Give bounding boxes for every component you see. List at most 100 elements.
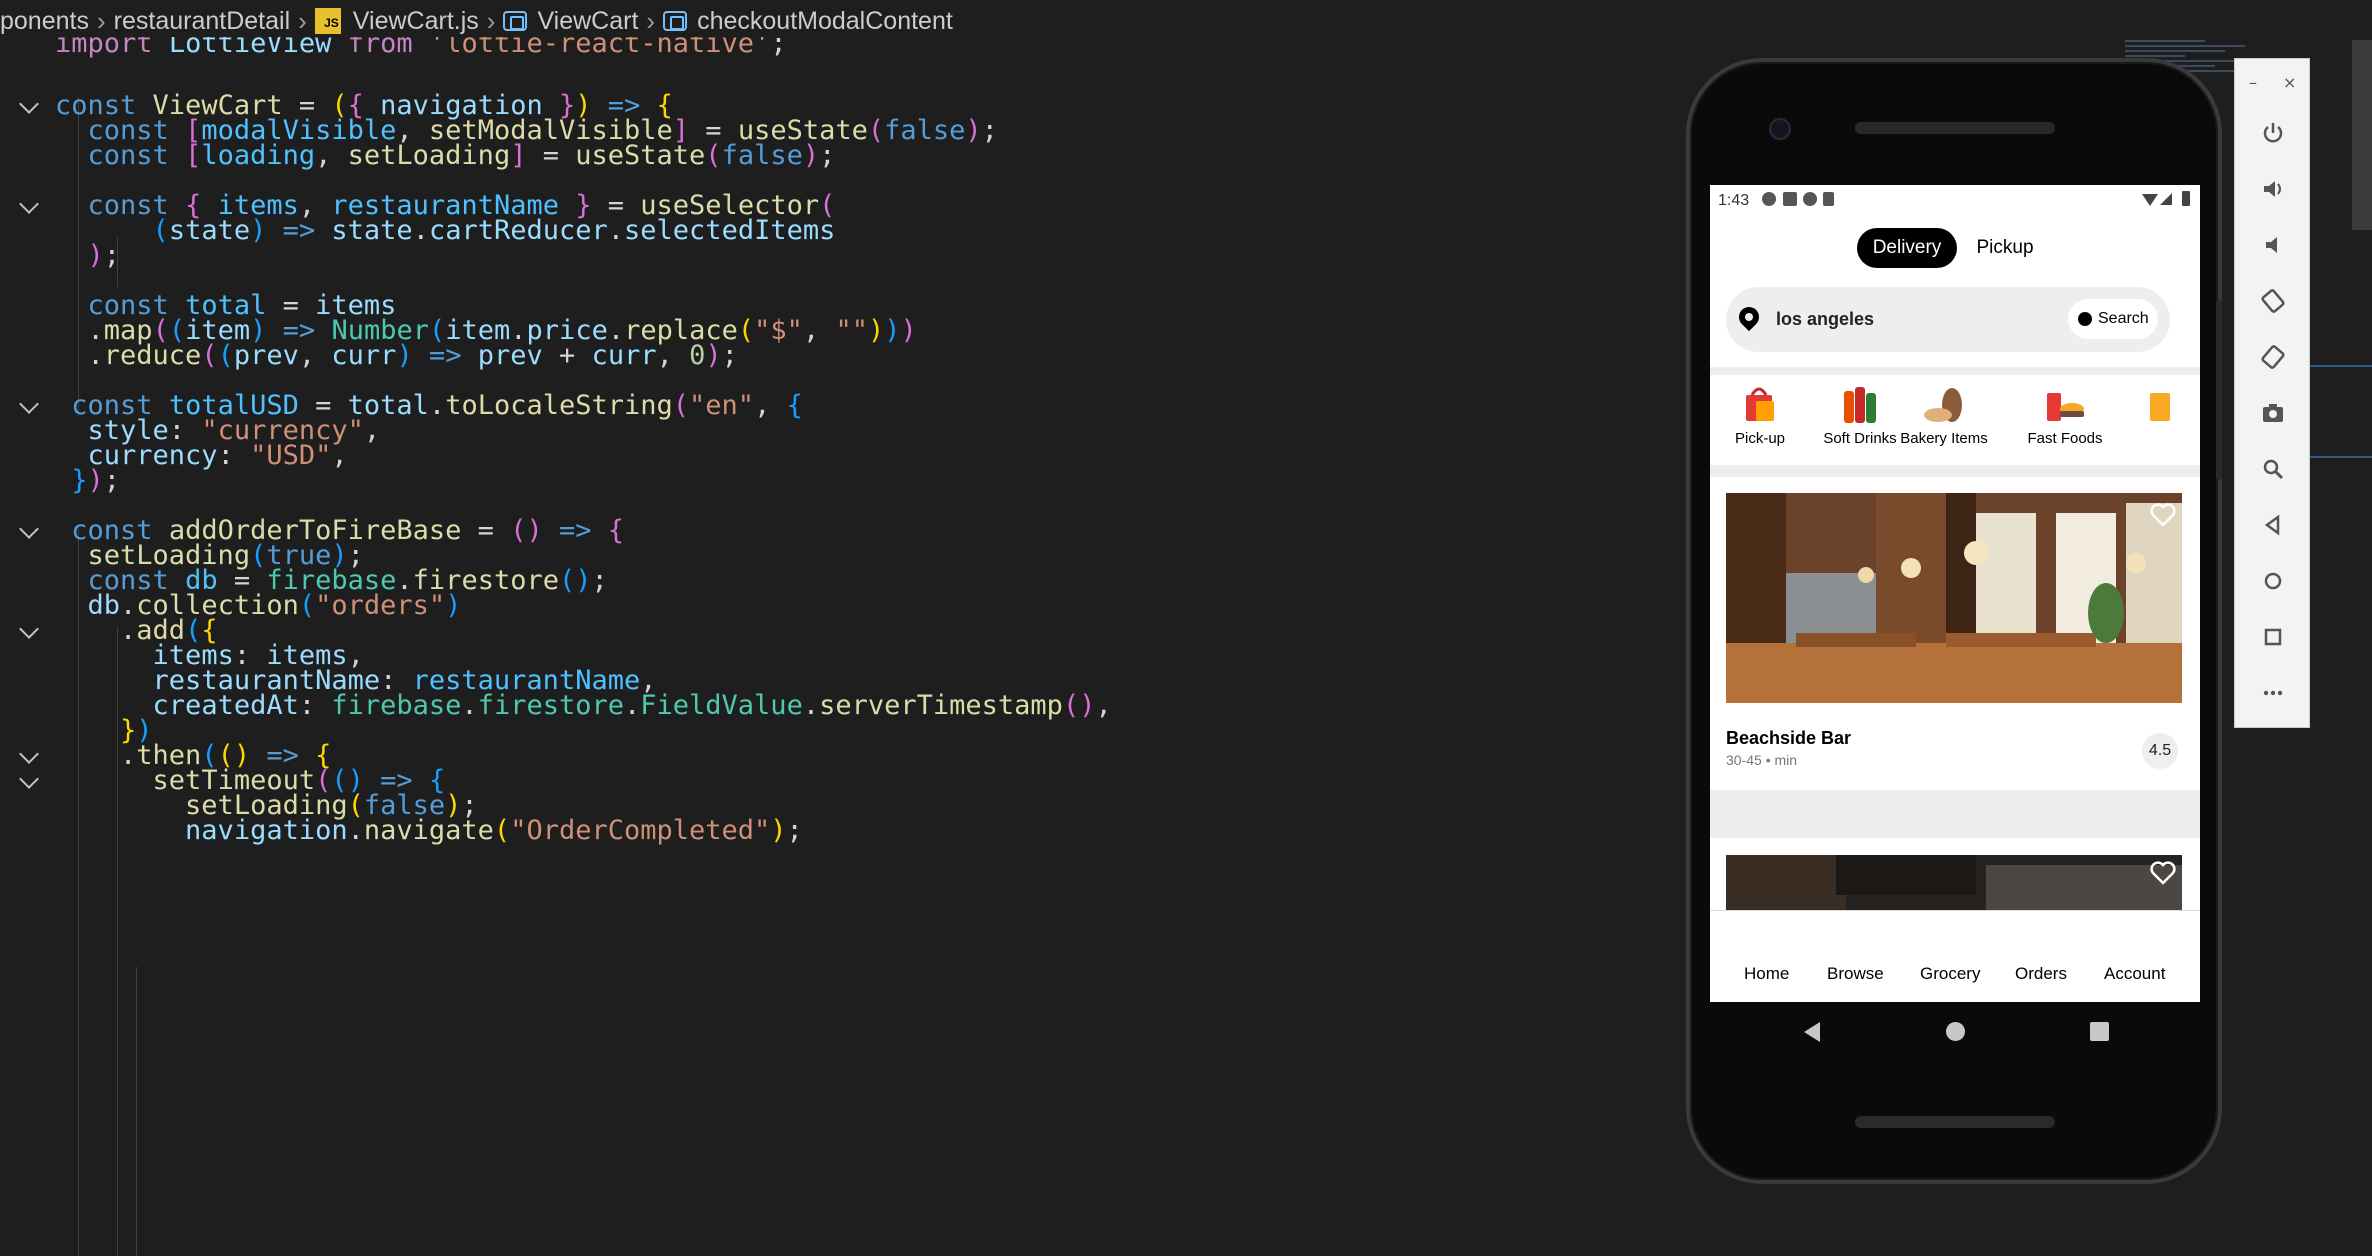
- fold-chevron-icon[interactable]: [19, 619, 39, 639]
- home-icon[interactable]: [2259, 567, 2287, 595]
- breadcrumb-item-components[interactable]: ponents: [0, 7, 89, 36]
- code-line: import LottieView from 'lottie-react-nat…: [55, 37, 787, 59]
- volume-up-icon[interactable]: [2259, 175, 2287, 203]
- earpiece: [1855, 122, 2055, 134]
- restaurant-eta: 30-45 • min: [1726, 752, 1798, 768]
- notification-icon: [1762, 192, 1776, 206]
- status-time: 1:43: [1718, 192, 1750, 209]
- bakery-icon: [1924, 388, 1962, 422]
- overview-icon[interactable]: [2259, 623, 2287, 651]
- camera-icon[interactable]: [2259, 399, 2287, 427]
- shopping-bag-icon: [1746, 387, 1774, 421]
- search-button-label: Search: [2098, 310, 2149, 327]
- tab-delivery[interactable]: Delivery: [1857, 228, 1957, 268]
- divider: [1710, 790, 2200, 838]
- breadcrumb-item-checkout[interactable]: checkoutModalContent: [697, 7, 953, 36]
- restaurant-name[interactable]: Beachside Bar: [1726, 728, 1851, 749]
- power-icon[interactable]: [2259, 119, 2287, 147]
- category-label: Bakery Items: [1900, 430, 1988, 447]
- tab-account[interactable]: Account: [2104, 964, 2165, 984]
- symbol-icon: [503, 11, 528, 31]
- volume-down-icon[interactable]: [2259, 231, 2287, 259]
- fold-chevron-icon[interactable]: [19, 744, 39, 764]
- code-line: const [loading, setLoading] = useState(f…: [87, 140, 836, 171]
- zoom-icon[interactable]: [2259, 455, 2287, 483]
- notification-icon: [1783, 192, 1797, 206]
- location-input[interactable]: los angeles: [1776, 309, 1874, 330]
- category-item[interactable]: Fast Foods: [2015, 375, 2115, 455]
- tab-orders[interactable]: Orders: [2015, 964, 2067, 984]
- breadcrumb-item-viewcart[interactable]: ViewCart: [537, 7, 638, 36]
- category-item[interactable]: Pick-up: [1710, 375, 1810, 455]
- chevron-right-icon: ›: [486, 5, 496, 36]
- home-icon[interactable]: [1946, 1022, 1965, 1041]
- js-file-icon: JS: [314, 8, 341, 34]
- more-icon[interactable]: [2259, 679, 2287, 707]
- android-nav-bar: [1710, 1002, 2200, 1062]
- category-label: Pick-up: [1734, 430, 1786, 447]
- breadcrumb-item-restaurantdetail[interactable]: restaurantDetail: [114, 7, 290, 36]
- side-button: [2216, 300, 2222, 480]
- indent-guide: [136, 967, 137, 1256]
- rotate-right-icon[interactable]: [2259, 343, 2287, 371]
- category-item[interactable]: [2130, 375, 2200, 455]
- restaurant-photo: [1726, 493, 2182, 703]
- restaurant-photo: [1726, 855, 2182, 915]
- tab-pickup[interactable]: Pickup: [1960, 228, 2050, 268]
- fold-chevron-icon[interactable]: [19, 194, 39, 214]
- chevron-right-icon: ›: [646, 5, 656, 36]
- rotate-left-icon[interactable]: [2259, 287, 2287, 315]
- back-icon[interactable]: [2259, 511, 2287, 539]
- fast-food-icon: [2047, 393, 2084, 421]
- sd-card-icon: [1823, 192, 1834, 206]
- restaurant-image[interactable]: [1726, 855, 2182, 915]
- signal-icon: [2160, 193, 2172, 205]
- chevron-right-icon: ›: [96, 5, 106, 36]
- pin-icon: [1734, 302, 1764, 332]
- notification-icon: [1803, 192, 1817, 206]
- overview-icon[interactable]: [2090, 1022, 2109, 1041]
- code-line: );: [87, 240, 121, 271]
- search-button[interactable]: Search: [2068, 299, 2158, 339]
- category-label: Fast Foods: [2027, 430, 2103, 447]
- fold-chevron-icon[interactable]: [19, 94, 39, 114]
- restaurant-image[interactable]: [1726, 493, 2182, 703]
- battery-icon: [2182, 191, 2190, 206]
- fold-chevron-icon[interactable]: [19, 769, 39, 789]
- heart-icon[interactable]: [2150, 503, 2176, 527]
- status-bar: 1:43: [1710, 185, 2200, 215]
- chevron-right-icon: ›: [298, 5, 307, 36]
- category-item[interactable]: Bakery Items: [1894, 375, 1994, 455]
- phone-screen[interactable]: 1:43 Delivery Pickup los angeles Search: [1710, 185, 2200, 1002]
- code-line: });: [71, 465, 121, 496]
- food-icon: [2150, 393, 2170, 421]
- tab-browse[interactable]: Browse: [1827, 964, 1884, 984]
- wifi-icon: [2142, 194, 2158, 206]
- divider: [1710, 465, 2200, 477]
- tab-grocery[interactable]: Grocery: [1920, 964, 1980, 984]
- categories-row[interactable]: Pick-up Soft Drinks Bakery Items Fast Fo…: [1710, 375, 2200, 455]
- code-line: .reduce((prev, curr) => prev + curr, 0);: [55, 340, 738, 371]
- fold-chevron-icon[interactable]: [19, 394, 39, 414]
- breadcrumb: ponents › restaurantDetail › JS ViewCart…: [0, 0, 1680, 42]
- tab-home[interactable]: Home: [1744, 964, 1789, 984]
- location-search-bar[interactable]: los angeles Search: [1726, 287, 2170, 352]
- close-button[interactable]: ×: [2283, 73, 2296, 92]
- fold-chevron-icon[interactable]: [19, 519, 39, 539]
- symbol-icon: [663, 11, 688, 31]
- delivery-pickup-tabs: Delivery Pickup: [1710, 228, 2200, 268]
- divider: [1710, 367, 2200, 375]
- bottom-tab-bar: Home Browse Grocery Orders Account: [1710, 910, 2200, 1002]
- scrollbar[interactable]: [2352, 40, 2372, 230]
- front-camera: [1769, 118, 1791, 140]
- speaker: [1855, 1116, 2055, 1128]
- soft-drinks-icon: [1844, 387, 1876, 423]
- code-line: navigation.navigate("OrderCompleted");: [185, 815, 803, 846]
- rating-badge: 4.5: [2142, 733, 2178, 769]
- heart-icon[interactable]: [2150, 861, 2176, 885]
- minimize-button[interactable]: –: [2249, 73, 2257, 92]
- emulator-toolbar: – ×: [2234, 58, 2310, 728]
- back-icon[interactable]: [1804, 1022, 1820, 1042]
- breadcrumb-item-file[interactable]: ViewCart.js: [353, 7, 479, 36]
- code-editor[interactable]: import LottieView from 'lottie-react-nat…: [0, 37, 1660, 1256]
